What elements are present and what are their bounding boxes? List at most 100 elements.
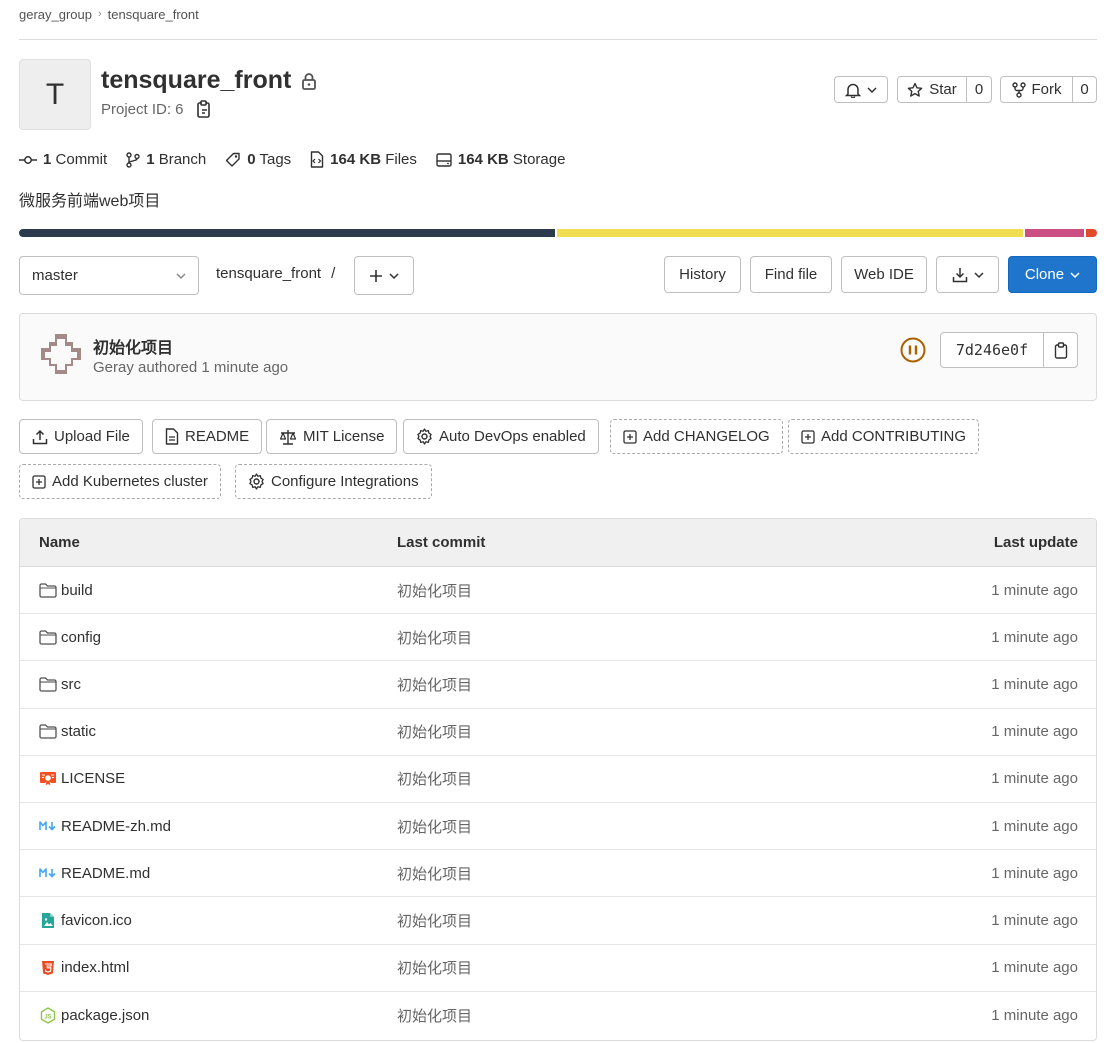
file-name[interactable]: favicon.ico xyxy=(61,912,132,929)
repository-languages-bar[interactable] xyxy=(19,229,1097,237)
license-button[interactable]: MIT License xyxy=(266,419,398,454)
chevron-down-icon xyxy=(389,272,399,280)
tags-stat[interactable]: 0 Tags xyxy=(225,151,291,168)
table-row[interactable]: src 初始化项目 1 minute ago xyxy=(20,661,1096,709)
file-name-cell[interactable]: index.html xyxy=(39,945,129,991)
file-last-commit[interactable]: 初始化项目 xyxy=(397,661,472,707)
download-dropdown[interactable] xyxy=(936,256,999,293)
upload-file-button[interactable]: Upload File xyxy=(19,419,143,454)
branch-select[interactable]: master xyxy=(19,256,199,295)
readme-button[interactable]: README xyxy=(152,419,263,454)
file-last-commit[interactable]: 初始化项目 xyxy=(397,756,472,802)
shortcut-label: README xyxy=(185,428,250,445)
file-last-commit[interactable]: 初始化项目 xyxy=(397,897,472,943)
chevron-down-icon xyxy=(973,271,984,279)
table-row[interactable]: index.html 初始化项目 1 minute ago xyxy=(20,945,1096,992)
file-name-cell[interactable]: build xyxy=(39,567,93,613)
breadcrumb-group-link[interactable]: geray_group xyxy=(19,7,92,22)
author-avatar[interactable] xyxy=(39,332,83,376)
pipeline-paused-icon[interactable] xyxy=(900,337,926,363)
table-row[interactable]: LICENSE 初始化项目 1 minute ago xyxy=(20,756,1096,803)
add-to-tree-dropdown[interactable] xyxy=(354,256,414,295)
path-root-link[interactable]: tensquare_front xyxy=(216,265,321,282)
file-last-update: 1 minute ago xyxy=(991,959,1078,977)
file-name[interactable]: index.html xyxy=(61,959,129,976)
file-name-cell[interactable]: JS package.json xyxy=(39,992,149,1039)
file-name-cell[interactable]: favicon.ico xyxy=(39,897,132,943)
commit-sha-group: 7d246e0f xyxy=(940,332,1078,368)
file-name-cell[interactable]: static xyxy=(39,709,96,755)
star-count[interactable]: 0 xyxy=(966,77,991,102)
folder-icon xyxy=(39,677,57,692)
file-name[interactable]: src xyxy=(61,676,81,693)
file-name[interactable]: README.md xyxy=(61,865,150,882)
copy-icon[interactable] xyxy=(196,100,212,118)
file-name-cell[interactable]: config xyxy=(39,614,101,660)
language-segment[interactable] xyxy=(1025,229,1085,237)
breadcrumb-project-link[interactable]: tensquare_front xyxy=(108,7,199,22)
file-name-cell[interactable]: README-zh.md xyxy=(39,803,171,849)
file-name[interactable]: config xyxy=(61,629,101,646)
file-last-commit[interactable]: 初始化项目 xyxy=(397,850,472,896)
file-name-cell[interactable]: README.md xyxy=(39,850,150,896)
star-button[interactable]: Star xyxy=(898,77,966,102)
gear-icon xyxy=(248,473,265,490)
storage-stat[interactable]: 164 KB Storage xyxy=(436,151,566,168)
table-row[interactable]: README.md 初始化项目 1 minute ago xyxy=(20,850,1096,898)
notification-dropdown[interactable] xyxy=(834,76,888,103)
table-row[interactable]: favicon.ico 初始化项目 1 minute ago xyxy=(20,897,1096,945)
file-name[interactable]: build xyxy=(61,582,93,599)
file-name-cell[interactable]: LICENSE xyxy=(39,756,125,802)
path-separator: / xyxy=(331,265,336,282)
project-stats: 1 Commit 1 Branch 0 Tags 164 KB Files 16… xyxy=(19,151,584,168)
file-last-commit[interactable]: 初始化项目 xyxy=(397,614,472,660)
file-name[interactable]: static xyxy=(61,723,96,740)
clone-dropdown[interactable]: Clone xyxy=(1008,256,1097,293)
tags-count: 0 xyxy=(247,151,256,168)
files-stat[interactable]: 164 KB Files xyxy=(310,151,417,168)
markdown-file-icon xyxy=(39,867,57,879)
header-last-update: Last update xyxy=(993,534,1078,551)
commits-stat[interactable]: 1 Commit xyxy=(19,151,107,168)
copy-sha-button[interactable] xyxy=(1044,333,1077,367)
files-size: 164 KB xyxy=(330,151,382,168)
commit-sha[interactable]: 7d246e0f xyxy=(941,333,1044,367)
storage-label: Storage xyxy=(512,151,566,168)
add-changelog-button[interactable]: Add CHANGELOG xyxy=(610,419,783,454)
language-segment[interactable] xyxy=(1086,229,1097,237)
file-last-commit[interactable]: 初始化项目 xyxy=(397,992,472,1039)
web-ide-button[interactable]: Web IDE xyxy=(841,256,927,293)
table-row[interactable]: JS package.json 初始化项目 1 minute ago xyxy=(20,992,1096,1039)
file-name[interactable]: LICENSE xyxy=(61,770,125,787)
commit-title[interactable]: 初始化项目 xyxy=(93,334,173,358)
table-row[interactable]: build 初始化项目 1 minute ago xyxy=(20,567,1096,615)
auto-devops-button[interactable]: Auto DevOps enabled xyxy=(403,419,599,454)
file-last-commit[interactable]: 初始化项目 xyxy=(397,567,472,613)
table-row[interactable]: config 初始化项目 1 minute ago xyxy=(20,614,1096,662)
file-last-commit[interactable]: 初始化项目 xyxy=(397,803,472,849)
file-last-commit[interactable]: 初始化项目 xyxy=(397,709,472,755)
file-name-cell[interactable]: src xyxy=(39,661,81,707)
table-row[interactable]: static 初始化项目 1 minute ago xyxy=(20,709,1096,756)
find-file-button[interactable]: Find file xyxy=(750,256,832,293)
folder-icon xyxy=(39,630,57,645)
history-button[interactable]: History xyxy=(664,256,741,293)
branches-stat[interactable]: 1 Branch xyxy=(126,151,206,168)
file-last-update: 1 minute ago xyxy=(991,817,1078,835)
file-name[interactable]: README-zh.md xyxy=(61,818,171,835)
commit-icon xyxy=(19,154,37,166)
file-last-commit[interactable]: 初始化项目 xyxy=(397,945,472,991)
language-segment[interactable] xyxy=(557,229,1024,237)
add-kubernetes-cluster-button[interactable]: Add Kubernetes cluster xyxy=(19,464,221,499)
tag-icon xyxy=(225,152,241,168)
file-name[interactable]: package.json xyxy=(61,1007,149,1024)
web-ide-label: Web IDE xyxy=(854,266,914,283)
table-row[interactable]: README-zh.md 初始化项目 1 minute ago xyxy=(20,803,1096,851)
fork-count[interactable]: 0 xyxy=(1072,77,1096,102)
header-name: Name xyxy=(39,534,80,551)
configure-integrations-button[interactable]: Configure Integrations xyxy=(235,464,432,499)
add-contributing-button[interactable]: Add CONTRIBUTING xyxy=(788,419,980,454)
fork-button[interactable]: Fork xyxy=(1001,77,1072,102)
file-last-update: 1 minute ago xyxy=(991,628,1078,646)
language-segment[interactable] xyxy=(19,229,555,237)
